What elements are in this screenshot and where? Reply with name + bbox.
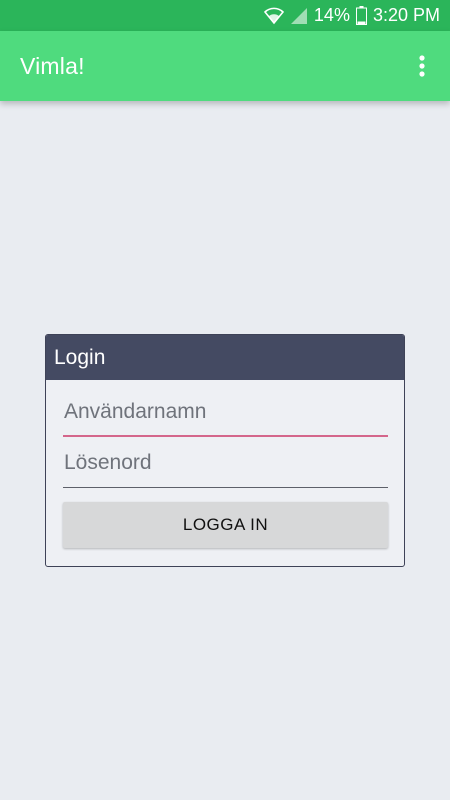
login-card: Login LOGGA IN bbox=[45, 334, 405, 567]
app-title: Vimla! bbox=[20, 52, 85, 79]
username-input[interactable] bbox=[63, 393, 388, 437]
password-field-container bbox=[63, 444, 388, 488]
login-header: Login bbox=[46, 335, 404, 380]
password-input[interactable] bbox=[63, 444, 388, 488]
status-bar: 14% 3:20 PM bbox=[0, 0, 450, 31]
battery-percentage: 14% bbox=[313, 5, 350, 25]
battery-icon bbox=[355, 6, 367, 25]
login-button[interactable]: LOGGA IN bbox=[63, 502, 388, 548]
username-field-container bbox=[63, 393, 388, 437]
wifi-icon bbox=[263, 7, 284, 25]
username-underline bbox=[63, 435, 388, 437]
password-underline bbox=[63, 487, 388, 488]
app-bar: Vimla! bbox=[0, 31, 450, 101]
overflow-menu-icon[interactable] bbox=[410, 51, 434, 81]
clock: 3:20 PM bbox=[372, 5, 440, 25]
signal-icon bbox=[290, 7, 308, 25]
